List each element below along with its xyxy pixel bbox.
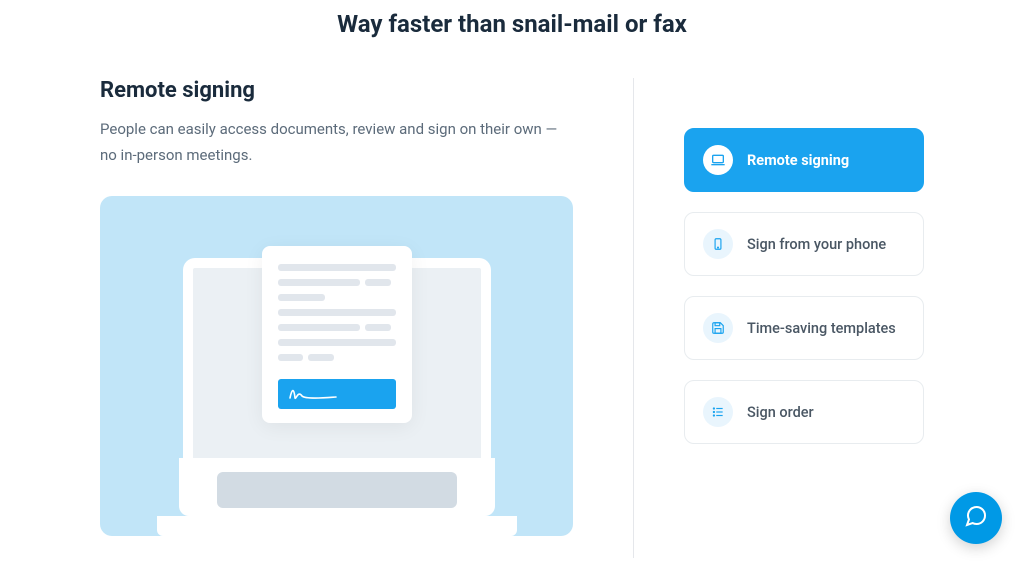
option-label: Time-saving templates — [747, 320, 896, 337]
feature-options-panel: Remote signing Sign from your phone Time… — [634, 78, 924, 558]
option-sign-from-phone[interactable]: Sign from your phone — [684, 212, 924, 276]
feature-illustration — [100, 196, 573, 536]
feature-description: People can easily access documents, revi… — [100, 117, 573, 168]
page-title: Way faster than snail-mail or fax — [0, 0, 1024, 78]
option-label: Sign from your phone — [747, 236, 886, 253]
save-icon — [703, 313, 733, 343]
chat-icon — [964, 504, 988, 532]
option-sign-order[interactable]: Sign order — [684, 380, 924, 444]
list-icon — [703, 397, 733, 427]
document-illustration — [262, 246, 412, 423]
phone-icon — [703, 229, 733, 259]
signature-box — [278, 379, 396, 409]
option-label: Remote signing — [747, 152, 849, 169]
content-wrap: Remote signing People can easily access … — [0, 78, 1024, 558]
feature-detail-panel: Remote signing People can easily access … — [100, 78, 634, 558]
chat-button[interactable] — [950, 492, 1002, 544]
option-remote-signing[interactable]: Remote signing — [684, 128, 924, 192]
option-time-saving-templates[interactable]: Time-saving templates — [684, 296, 924, 360]
option-label: Sign order — [747, 404, 814, 421]
feature-title: Remote signing — [100, 78, 573, 103]
laptop-illustration — [157, 258, 517, 536]
laptop-icon — [703, 145, 733, 175]
